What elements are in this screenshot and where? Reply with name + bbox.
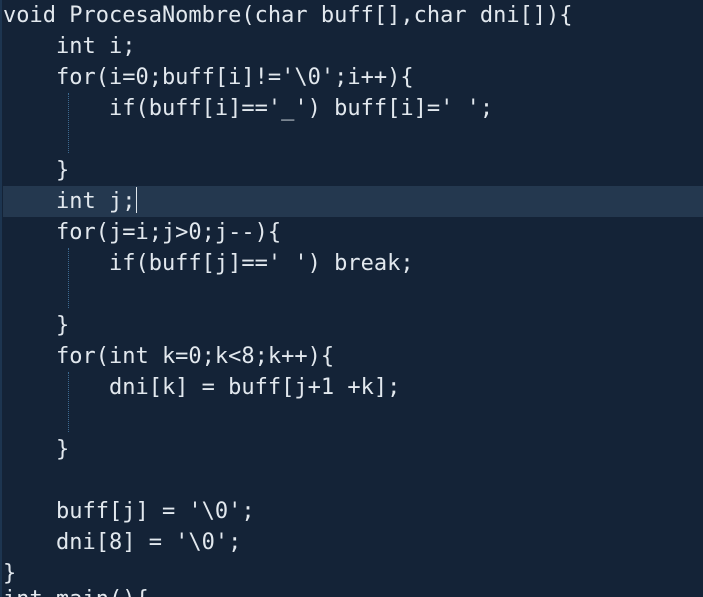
- code-text: for(int k=0;k<8;k++){: [3, 344, 335, 369]
- code-line-5[interactable]: [3, 124, 703, 155]
- code-text: void ProcesaNombre(char buff[],char dni[…: [3, 3, 573, 28]
- code-line-16[interactable]: [3, 465, 703, 496]
- code-text: int i;: [3, 34, 136, 59]
- editor-gutter: [0, 0, 2, 597]
- code-text: for(i=0;buff[i]!='\0';i++){: [3, 65, 414, 90]
- code-line-15[interactable]: }: [3, 434, 703, 465]
- code-text: if(buff[j]==' ') break;: [3, 251, 414, 276]
- code-line-1[interactable]: void ProcesaNombre(char buff[],char dni[…: [3, 0, 703, 31]
- code-line-12[interactable]: for(int k=0;k<8;k++){: [3, 341, 703, 372]
- code-line-18[interactable]: dni[8] = '\0';: [3, 527, 703, 558]
- code-line-11[interactable]: }: [3, 310, 703, 341]
- code-text: dni[8] = '\0';: [3, 530, 242, 555]
- code-text: }: [3, 313, 70, 338]
- code-text: int main(){: [3, 587, 149, 597]
- code-text: if(buff[i]=='_') buff[i]=' ';: [3, 96, 494, 121]
- code-line-7-current[interactable]: int j;: [3, 186, 703, 217]
- code-line-10[interactable]: [3, 279, 703, 310]
- code-editor[interactable]: void ProcesaNombre(char buff[],char dni[…: [0, 0, 703, 597]
- code-line-13[interactable]: dni[k] = buff[j+1 +k];: [3, 372, 703, 403]
- code-line-8[interactable]: for(j=i;j>0;j--){: [3, 217, 703, 248]
- code-text: buff[j] = '\0';: [3, 499, 255, 524]
- code-line-2[interactable]: int i;: [3, 31, 703, 62]
- code-line-17[interactable]: buff[j] = '\0';: [3, 496, 703, 527]
- code-text: }: [3, 158, 70, 183]
- code-text: dni[k] = buff[j+1 +k];: [3, 375, 401, 400]
- code-line-4[interactable]: if(buff[i]=='_') buff[i]=' ';: [3, 93, 703, 124]
- code-line-14[interactable]: [3, 403, 703, 434]
- text-cursor: [136, 187, 138, 213]
- code-text: for(j=i;j>0;j--){: [3, 220, 282, 245]
- code-text: int j;: [3, 189, 136, 214]
- code-line-6[interactable]: }: [3, 155, 703, 186]
- code-text: }: [3, 561, 17, 586]
- code-line-3[interactable]: for(i=0;buff[i]!='\0';i++){: [3, 62, 703, 93]
- code-text: }: [3, 437, 70, 462]
- code-line-20-partial[interactable]: int main(){: [3, 584, 703, 597]
- code-line-9[interactable]: if(buff[j]==' ') break;: [3, 248, 703, 279]
